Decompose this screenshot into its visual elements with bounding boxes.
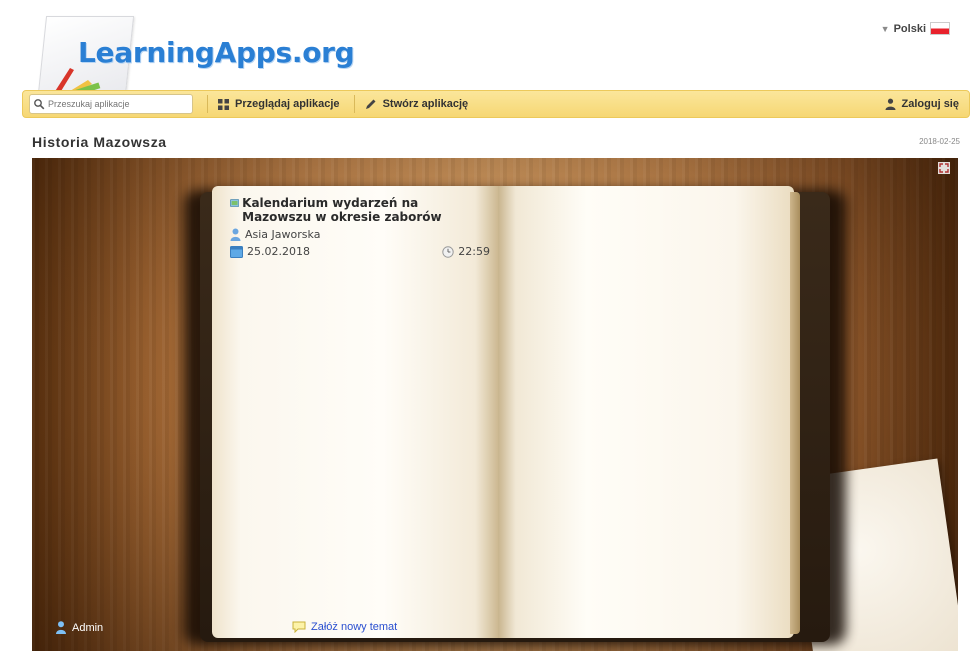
- author-icon: [230, 228, 241, 241]
- admin-link[interactable]: Admin: [56, 621, 103, 634]
- search-box: [29, 94, 193, 114]
- search-icon: [34, 99, 45, 110]
- logo[interactable]: LearningApps.org: [28, 10, 358, 96]
- admin-label: Admin: [72, 621, 104, 634]
- topic-datetime-row: 25.02.2018 22:59: [230, 245, 490, 258]
- topic-time-group: 22:59: [442, 245, 490, 258]
- topic-time: 22:59: [458, 245, 490, 258]
- clock-icon: [442, 245, 454, 258]
- admin-user-icon: [56, 621, 66, 634]
- dropdown-triangle-icon: ▼: [880, 23, 890, 34]
- topic-icon: [230, 199, 240, 207]
- toolbar-divider: [353, 95, 355, 113]
- new-topic-button[interactable]: Załóż nowy temat: [292, 621, 397, 633]
- topic-author[interactable]: Asia Jaworska: [245, 228, 320, 241]
- polish-flag-icon: [930, 22, 950, 35]
- calendar-icon: [230, 246, 243, 258]
- create-app-label: Stwórz aplikację: [382, 98, 469, 110]
- user-icon: [885, 98, 896, 110]
- topic-author-row: Asia Jaworska: [230, 228, 490, 241]
- logo-text: LearningApps.org: [78, 36, 355, 69]
- grid-icon: [218, 98, 229, 110]
- topic-date: 25.02.2018: [247, 245, 310, 258]
- topic-entry: Kalendarium wydarzeń na Mazowszu w okres…: [230, 196, 490, 258]
- topic-title: Kalendarium wydarzeń na Mazowszu w okres…: [242, 196, 442, 224]
- page-title: Historia Mazowsza: [32, 134, 167, 150]
- create-app-button[interactable]: Stwórz aplikację: [365, 98, 469, 110]
- speech-bubble-icon: [292, 621, 306, 633]
- search-input[interactable]: [45, 99, 188, 109]
- pencil-icon: [365, 99, 376, 109]
- language-selector[interactable]: ▼ Polski: [881, 22, 950, 35]
- fullscreen-icon[interactable]: [938, 162, 950, 174]
- topic-title-link[interactable]: Kalendarium wydarzeń na Mazowszu w okres…: [230, 196, 490, 224]
- browse-apps-button[interactable]: Przeglądaj aplikacje: [218, 98, 340, 110]
- app-stage: Kalendarium wydarzeń na Mazowszu w okres…: [32, 158, 958, 651]
- toolbar-divider: [207, 95, 208, 113]
- login-label: Zaloguj się: [901, 98, 959, 110]
- language-label: Polski: [893, 22, 926, 35]
- book-right-page: [498, 186, 794, 638]
- main-toolbar: Przeglądaj aplikacje Stwórz aplikację Za…: [22, 90, 970, 118]
- browse-apps-label: Przeglądaj aplikacje: [235, 98, 340, 110]
- new-topic-label: Załóż nowy temat: [311, 621, 398, 633]
- login-button[interactable]: Zaloguj się: [885, 98, 959, 110]
- book-page-edge: [790, 192, 800, 634]
- page-date: 2018-02-25: [919, 137, 960, 146]
